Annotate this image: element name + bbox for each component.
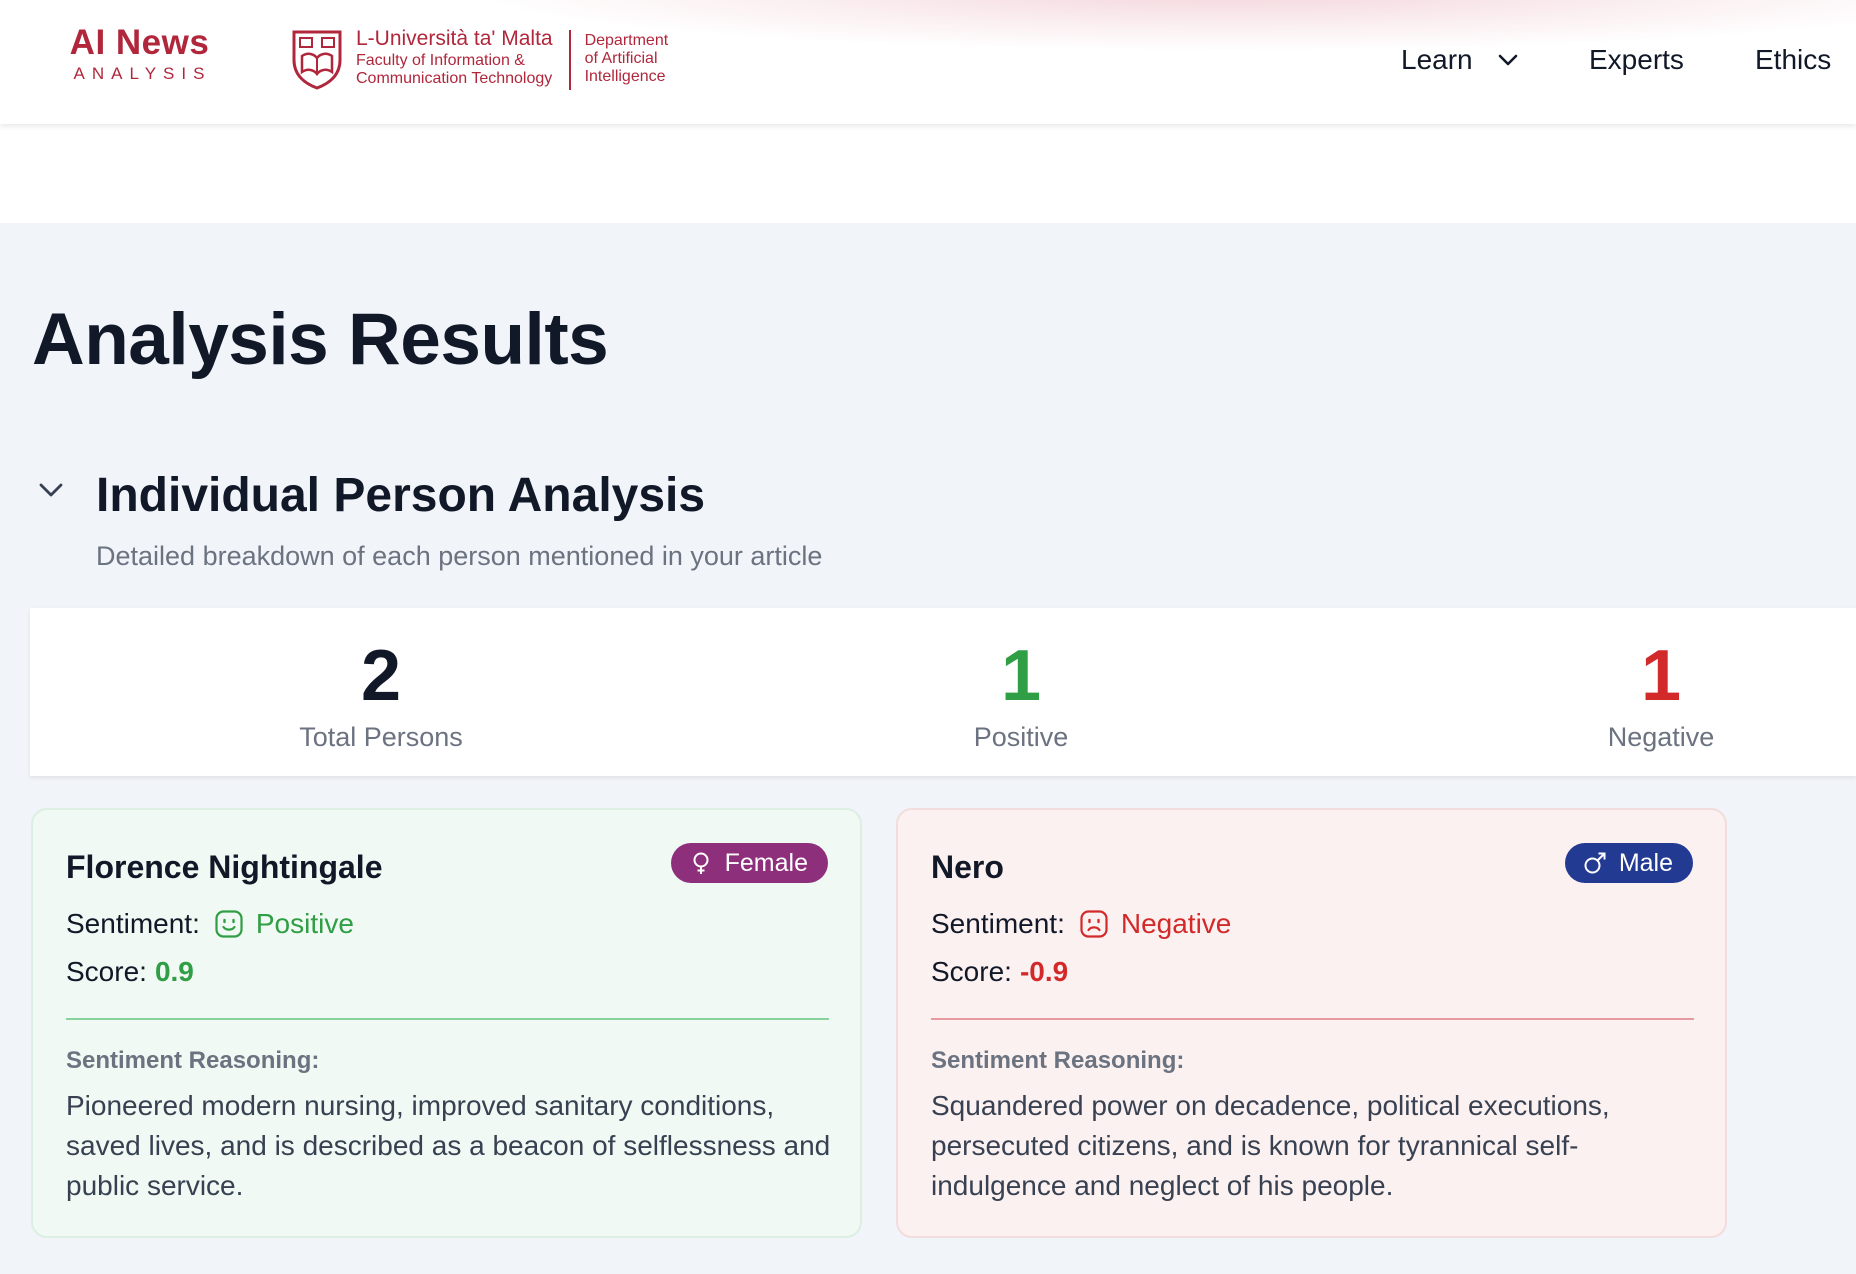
department-line-1: Department [584,32,669,49]
score-label: Score: [66,956,147,987]
reasoning-text: Pioneered modern nursing, improved sanit… [66,1090,831,1201]
sentiment-value: Negative [1120,908,1232,939]
sentiment-row: Sentiment: Negative [931,906,1231,942]
nav-learn[interactable]: Learn [1401,42,1519,78]
gender-label: Female [724,849,808,877]
chevron-down-icon [1498,54,1517,66]
logo-subtitle: ANALYSIS [73,64,212,83]
stat-total-value: 2 [360,636,402,716]
gender-badge: Male [1564,843,1693,883]
university-logo[interactable]: L-Università ta' Malta Faculty of Inform… [288,26,668,96]
stat-positive-label: Positive [973,722,1069,752]
score-value: 0.9 [154,956,194,987]
nav-experts[interactable]: Experts [1589,42,1684,78]
smile-face-icon [215,910,243,938]
reasoning-text: Squandered power on decadence, political… [931,1090,1610,1201]
logo-title: AI News [69,23,210,62]
stat-total-persons: 2 Total Persons [231,608,531,754]
section-subtitle: Detailed breakdown of each person mentio… [96,541,823,571]
stat-positive: 1 Positive [871,608,1171,754]
university-name: L-Università ta' Malta [356,27,553,50]
faculty-line-1: Faculty of Information & [356,52,525,69]
card-divider [66,1018,829,1020]
collapse-chevron-icon[interactable] [36,480,66,500]
site-header: AI News ANALYSIS L-Università ta' Malta … [0,0,1856,124]
logo-divider [568,30,571,90]
page-title: Analysis Results [32,299,609,380]
score-row: Score: 0.9 [66,954,194,990]
nav-ethics[interactable]: Ethics [1755,42,1831,78]
sentiment-row: Sentiment: Positive [66,906,354,942]
sentiment-label: Sentiment: [66,908,200,939]
stats-summary: 2 Total Persons 1 Positive 1 Negative [30,608,1856,776]
university-crest-icon [292,30,342,90]
card-divider [931,1018,1694,1020]
reasoning-label: Sentiment Reasoning: [931,1047,1185,1074]
hero-band [0,124,1856,223]
person-name: Nero [931,849,1004,885]
sentiment-label: Sentiment: [931,908,1065,939]
faculty-line-2: Communication Technology [356,70,553,87]
site-logo[interactable]: AI News ANALYSIS [62,24,217,84]
person-card: Nero Male Sentiment: Negative Score: -0.… [896,808,1727,1238]
department-line-3: Intelligence [584,68,666,85]
female-icon [693,852,709,874]
person-card: Florence Nightingale Female Sentiment: P… [31,808,862,1238]
stat-negative: 1 Negative [1511,608,1811,754]
person-name: Florence Nightingale [66,849,383,885]
section-title[interactable]: Individual Person Analysis [96,466,705,526]
stat-positive-value: 1 [1000,636,1042,716]
gender-label: Male [1618,849,1673,877]
score-row: Score: -0.9 [931,954,1068,990]
department-line-2: of Artificial [584,50,658,67]
stat-negative-label: Negative [1607,722,1715,752]
reasoning-label: Sentiment Reasoning: [66,1047,320,1074]
gender-badge: Female [670,843,828,883]
stat-total-label: Total Persons [299,722,463,752]
stat-negative-value: 1 [1640,636,1682,716]
nav-learn-label: Learn [1401,44,1473,75]
frown-face-icon [1080,910,1108,938]
score-value: -0.9 [1019,956,1069,987]
male-icon [1584,852,1606,874]
score-label: Score: [931,956,1012,987]
sentiment-value: Positive [255,908,354,939]
